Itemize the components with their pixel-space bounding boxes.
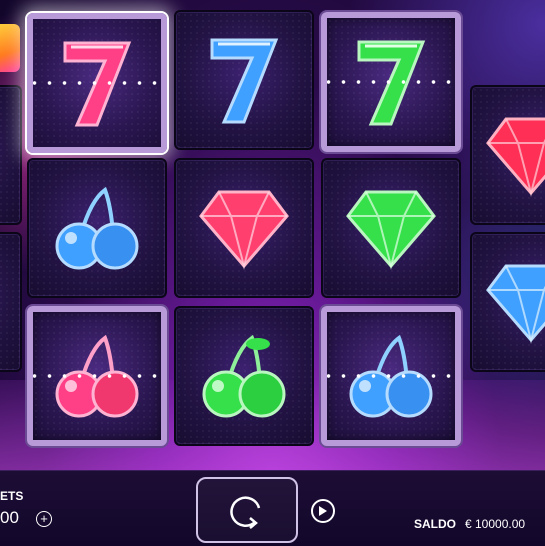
reel-tile xyxy=(470,232,545,372)
spin-button[interactable] xyxy=(196,477,298,543)
reel-tile xyxy=(174,10,314,150)
gem-symbol-red xyxy=(472,87,545,223)
reel-tile xyxy=(321,306,461,446)
seven-symbol-green xyxy=(327,18,455,146)
cherry-symbol-green xyxy=(176,308,312,444)
reel-tile-edge-left-2 xyxy=(0,232,22,372)
seven-symbol-pink xyxy=(33,19,161,147)
bets-label: ETS xyxy=(0,489,24,503)
reel-tile xyxy=(321,158,461,298)
cherry-symbol-pink xyxy=(33,312,161,440)
gem-symbol-green xyxy=(323,160,459,296)
play-icon xyxy=(319,506,327,516)
reel-tile xyxy=(27,13,167,153)
reel-tile xyxy=(27,158,167,298)
bets-value: 00 xyxy=(0,508,19,527)
balance-label: SALDO xyxy=(414,517,456,531)
reel-tile xyxy=(470,85,545,225)
game-stage xyxy=(0,0,545,470)
reel-tile xyxy=(27,306,167,446)
spin-arrow-icon xyxy=(230,496,261,529)
reel-tile xyxy=(174,158,314,298)
gem-symbol-pink xyxy=(176,160,312,296)
reel-tile xyxy=(321,12,461,152)
cherry-symbol-blue xyxy=(327,312,455,440)
reel-tile-edge-left-1 xyxy=(0,85,22,225)
plus-icon[interactable]: + xyxy=(36,511,52,527)
cherry-symbol-blue xyxy=(29,160,165,296)
seven-symbol-blue xyxy=(176,12,312,148)
gem-symbol-blue xyxy=(472,234,545,370)
game-logo xyxy=(0,24,20,72)
autoplay-button[interactable] xyxy=(311,499,335,523)
reel-tile xyxy=(174,306,314,446)
balance-value: € 10000.00 xyxy=(465,517,526,531)
